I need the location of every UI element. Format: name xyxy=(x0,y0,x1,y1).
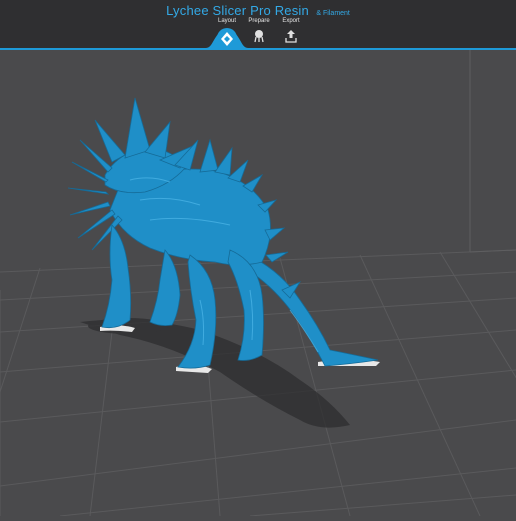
top-toolbar: Lychee Slicer Pro Resin & Filament Layou… xyxy=(0,0,516,50)
tab-export[interactable]: Export xyxy=(271,17,311,43)
tab-export-label: Export xyxy=(282,18,300,24)
layout-cube-icon xyxy=(221,32,233,46)
export-upload-icon xyxy=(285,30,297,43)
prepare-supports-icon xyxy=(254,30,264,43)
3d-viewport[interactable] xyxy=(0,50,516,517)
viewport-scene xyxy=(0,50,516,517)
